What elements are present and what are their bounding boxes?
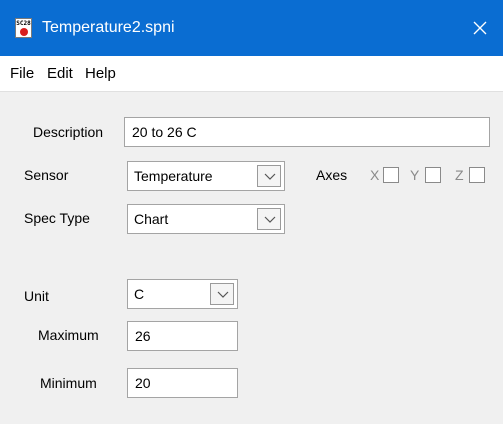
minimum-field[interactable]: 20	[127, 368, 238, 398]
app-icon-dot	[20, 28, 28, 36]
axes-label: Axes	[316, 167, 348, 183]
sensor-label: Sensor	[24, 167, 69, 183]
spec-type-dropdown-button[interactable]	[257, 208, 281, 230]
unit-dropdown[interactable]: C	[127, 279, 238, 309]
sensor-value: Temperature	[134, 168, 213, 184]
menu-bar: File Edit Help	[0, 56, 503, 92]
axis-x-label: X	[370, 167, 380, 183]
unit-dropdown-button[interactable]	[210, 283, 234, 305]
title-bar[interactable]: SC28 Temperature2.spni	[0, 0, 503, 56]
minimum-label: Minimum	[40, 375, 97, 391]
axis-y-label: Y	[410, 167, 420, 183]
menu-help[interactable]: Help	[85, 65, 116, 83]
spec-type-value: Chart	[134, 211, 169, 227]
close-button[interactable]	[457, 0, 503, 56]
spec-type-dropdown[interactable]: Chart	[127, 204, 285, 234]
chevron-down-icon	[264, 216, 276, 223]
description-field[interactable]: 20 to 26 C	[124, 117, 490, 147]
app-window: SC28 Temperature2.spni File Edit Help De…	[0, 0, 503, 424]
axis-x-checkbox[interactable]	[383, 167, 399, 183]
menu-file[interactable]: File	[10, 65, 34, 83]
unit-label: Unit	[24, 288, 49, 304]
axis-z-checkbox[interactable]	[469, 167, 485, 183]
app-icon: SC28	[15, 18, 32, 38]
axis-z-label: Z	[455, 167, 464, 183]
spec-type-label: Spec Type	[24, 210, 90, 226]
description-label: Description	[33, 124, 104, 140]
chevron-down-icon	[264, 173, 276, 180]
close-icon	[473, 21, 487, 35]
chevron-down-icon	[217, 291, 229, 298]
window-title: Temperature2.spni	[42, 19, 175, 36]
maximum-label: Maximum	[38, 327, 99, 343]
maximum-field[interactable]: 26	[127, 321, 238, 351]
sensor-dropdown[interactable]: Temperature	[127, 161, 285, 191]
menu-edit[interactable]: Edit	[47, 65, 73, 83]
sensor-dropdown-button[interactable]	[257, 165, 281, 187]
app-icon-label: SC28	[16, 20, 31, 27]
axis-y-checkbox[interactable]	[425, 167, 441, 183]
unit-value: C	[134, 286, 145, 302]
